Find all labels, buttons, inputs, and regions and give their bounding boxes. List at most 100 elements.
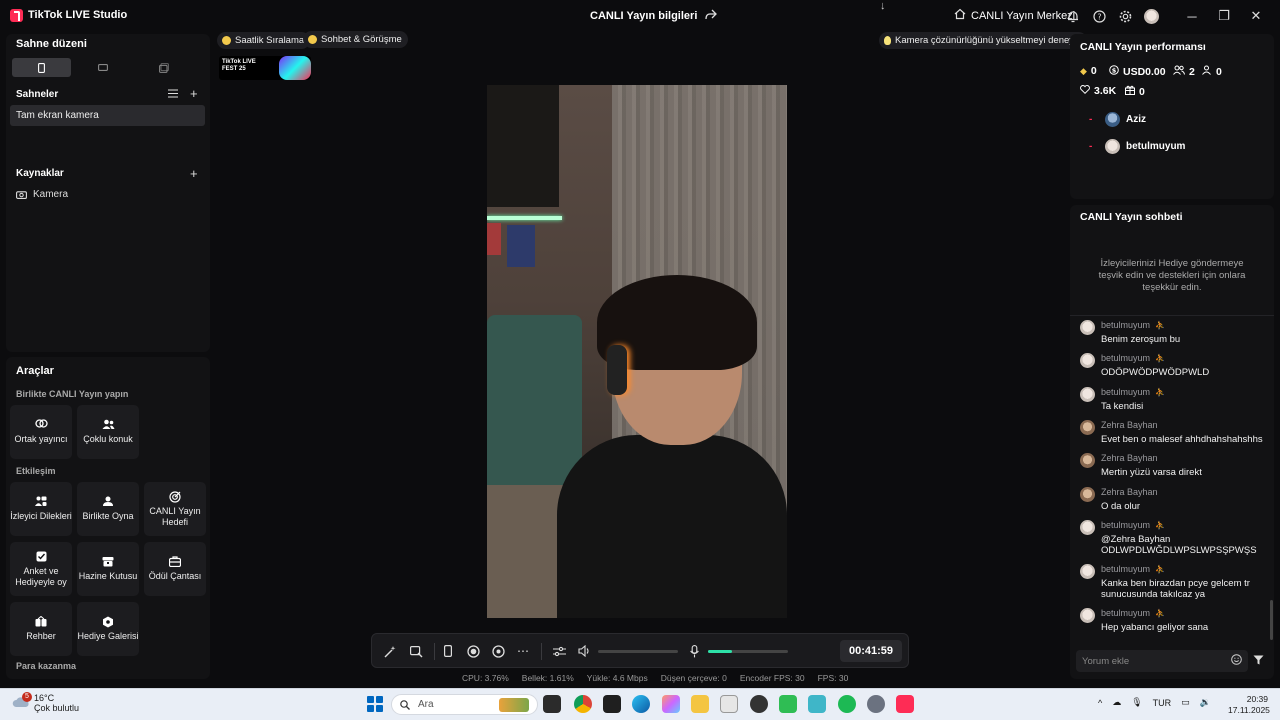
scene-list-icon[interactable] <box>168 89 178 101</box>
camera-preview[interactable] <box>487 85 787 618</box>
spotify-icon[interactable] <box>838 695 856 713</box>
notes-app-icon[interactable] <box>603 695 621 713</box>
vpn-app-icon[interactable] <box>808 695 826 713</box>
avatar <box>1080 520 1095 535</box>
windows-start-icon[interactable] <box>367 696 383 712</box>
chat-message[interactable]: betulmuyum ⛹ Hep yabancı geliyor sana <box>1080 608 1270 633</box>
language-indicator[interactable]: TUR <box>1153 698 1172 708</box>
utorrent-icon[interactable] <box>779 695 797 713</box>
tool-multiguest[interactable]: Çoklu konuk <box>77 405 139 459</box>
layout-portrait-button[interactable] <box>12 58 72 77</box>
source-item-label: Kamera <box>33 189 69 200</box>
live-fest-logo: TikTok LIVE FEST 25 <box>222 59 256 72</box>
live-center-button[interactable]: CANLI Yayın Merkezi <box>954 8 1075 23</box>
effects-icon[interactable] <box>408 643 424 659</box>
speaker-icon[interactable] <box>576 643 592 659</box>
mic-slider[interactable] <box>708 650 788 653</box>
scene-layout-title: Sahne düzeni <box>16 38 87 50</box>
layout-dual-button[interactable] <box>135 58 194 77</box>
emoji-icon[interactable] <box>1231 654 1242 668</box>
volume-icon[interactable]: 🔉 <box>1200 697 1211 708</box>
network-icon[interactable]: ▭ <box>1181 697 1190 708</box>
settings-app-icon[interactable] <box>867 695 885 713</box>
chat-scrollbar[interactable] <box>1270 600 1273 640</box>
weather-widget[interactable]: 5 16°C Çok bulutlu <box>12 692 79 713</box>
fan-badge-icon: ⛹ <box>1155 520 1165 530</box>
live-fest-banner[interactable]: TikTok LIVE FEST 25 <box>219 56 311 80</box>
edge-icon[interactable] <box>632 695 650 713</box>
profile-avatar[interactable] <box>1142 7 1160 25</box>
add-source-icon[interactable]: + <box>190 166 198 181</box>
tool-guide[interactable]: Rehber <box>10 602 72 656</box>
comment-placeholder: Yorum ekle <box>1082 655 1130 667</box>
tool-treasure-box[interactable]: Hazine Kutusu <box>77 542 139 596</box>
tiktok-live-studio-icon[interactable] <box>896 695 914 713</box>
snipping-tool-icon[interactable] <box>720 695 738 713</box>
tool-label: Çoklu konuk <box>83 434 133 445</box>
tool-label: Birlikte Oyna <box>82 511 134 522</box>
tool-reward-bag[interactable]: Ödül Çantası <box>144 542 206 596</box>
taskbar-search[interactable]: Ara <box>391 694 538 715</box>
home-icon <box>954 8 966 23</box>
camera-tip-chip[interactable]: Kamera çözünürlüğünü yükseltmeyi deneyin <box>879 32 1088 49</box>
tool-gift-gallery[interactable]: Hediye Galerisi <box>77 602 139 656</box>
minimize-icon[interactable]: ─ <box>1176 6 1208 26</box>
chat-message[interactable]: Zehra Bayhan O da olur <box>1080 487 1270 512</box>
add-scene-icon[interactable]: + <box>190 86 198 101</box>
chat-message[interactable]: betulmuyum ⛹ Benim zeroşum bu <box>1080 320 1270 345</box>
record-icon[interactable] <box>465 643 481 659</box>
tool-viewer-requests[interactable]: İzleyici Dilekleri <box>10 482 72 536</box>
wall-poster <box>487 85 559 207</box>
comment-input[interactable]: Yorum ekle <box>1076 650 1248 672</box>
heart-icon <box>1080 85 1090 97</box>
more-options-icon[interactable]: ⋯ <box>515 643 531 659</box>
viewer-row[interactable]: - betulmuyum <box>1089 139 1185 154</box>
close-icon[interactable]: ✕ <box>1240 6 1272 26</box>
chat-message[interactable]: betulmuyum ⛹ @Zehra Bayhan ODLWPDLWĞDLWPS… <box>1080 520 1270 556</box>
chat-username: Zehra Bayhan <box>1101 453 1158 463</box>
layout-landscape-button[interactable] <box>73 58 132 77</box>
chat-message[interactable]: betulmuyum ⛹ ODÖPWÖDPWÖDPWLD <box>1080 353 1270 378</box>
chat-message[interactable]: Zehra Bayhan Evet ben o malesef ahhdhahs… <box>1080 420 1270 445</box>
stream-info-label: CANLI Yayın bilgileri <box>590 10 698 22</box>
chat-call-chip[interactable]: Sohbet & Görüşme <box>303 31 408 48</box>
avatar <box>1080 387 1095 402</box>
fan-badge-icon: ⛹ <box>1155 353 1165 363</box>
chat-message[interactable]: betulmuyum ⛹ Ta kendisi <box>1080 387 1270 412</box>
clock-date: 17.11.2025 <box>1228 705 1270 715</box>
tray-chevron-icon[interactable]: ^ <box>1098 698 1102 708</box>
settings-gear-icon[interactable] <box>1116 7 1134 25</box>
magic-wand-icon[interactable] <box>382 643 398 659</box>
onedrive-icon[interactable]: ☁ <box>1112 697 1121 708</box>
scene-item-fullscreen-camera[interactable]: Tam ekran kamera <box>10 105 205 126</box>
tool-live-goal[interactable]: CANLI Yayın Hedefi <box>144 482 206 536</box>
task-view-icon[interactable] <box>543 695 561 713</box>
taskbar-clock[interactable]: 20:39 17.11.2025 <box>1228 694 1270 716</box>
hourly-ranking-chip[interactable]: Saatlik Sıralama <box>217 32 311 49</box>
chat-title: CANLI Yayın sohbeti <box>1080 211 1183 223</box>
copilot-icon[interactable] <box>662 695 680 713</box>
beauty-icon[interactable] <box>490 643 506 659</box>
maximize-icon[interactable]: ❐ <box>1208 6 1240 26</box>
tool-play-together[interactable]: Birlikte Oyna <box>77 482 139 536</box>
memory-stat: Bellek: 1.61% <box>521 673 574 683</box>
viewer-row[interactable]: - Aziz <box>1089 112 1146 127</box>
filter-icon[interactable] <box>1253 655 1264 668</box>
obs-icon[interactable] <box>750 695 768 713</box>
tool-cohost[interactable]: Ortak yayıncı <box>10 405 72 459</box>
avatar <box>1080 608 1095 623</box>
mic-tray-icon[interactable]: 🎙 <box>1131 697 1142 708</box>
microphone-icon[interactable] <box>686 643 702 659</box>
chrome-icon[interactable] <box>574 695 592 713</box>
stream-info-button[interactable]: CANLI Yayın bilgileri <box>590 9 718 23</box>
chat-message[interactable]: betulmuyum ⛹ Kanka ben birazdan pcye gelc… <box>1080 564 1270 600</box>
chat-message[interactable]: Zehra Bayhan Mertin yüzü varsa direkt <box>1080 453 1270 478</box>
tool-poll[interactable]: Anket ve Hediyeyle oy <box>10 542 72 596</box>
bell-icon[interactable] <box>1064 7 1082 25</box>
source-item-camera[interactable]: Kamera <box>16 189 68 200</box>
phone-layout-icon[interactable] <box>440 643 456 659</box>
help-icon[interactable]: ? <box>1090 7 1108 25</box>
file-explorer-icon[interactable] <box>691 695 709 713</box>
sliders-icon[interactable] <box>551 643 567 659</box>
volume-slider[interactable] <box>598 650 678 653</box>
